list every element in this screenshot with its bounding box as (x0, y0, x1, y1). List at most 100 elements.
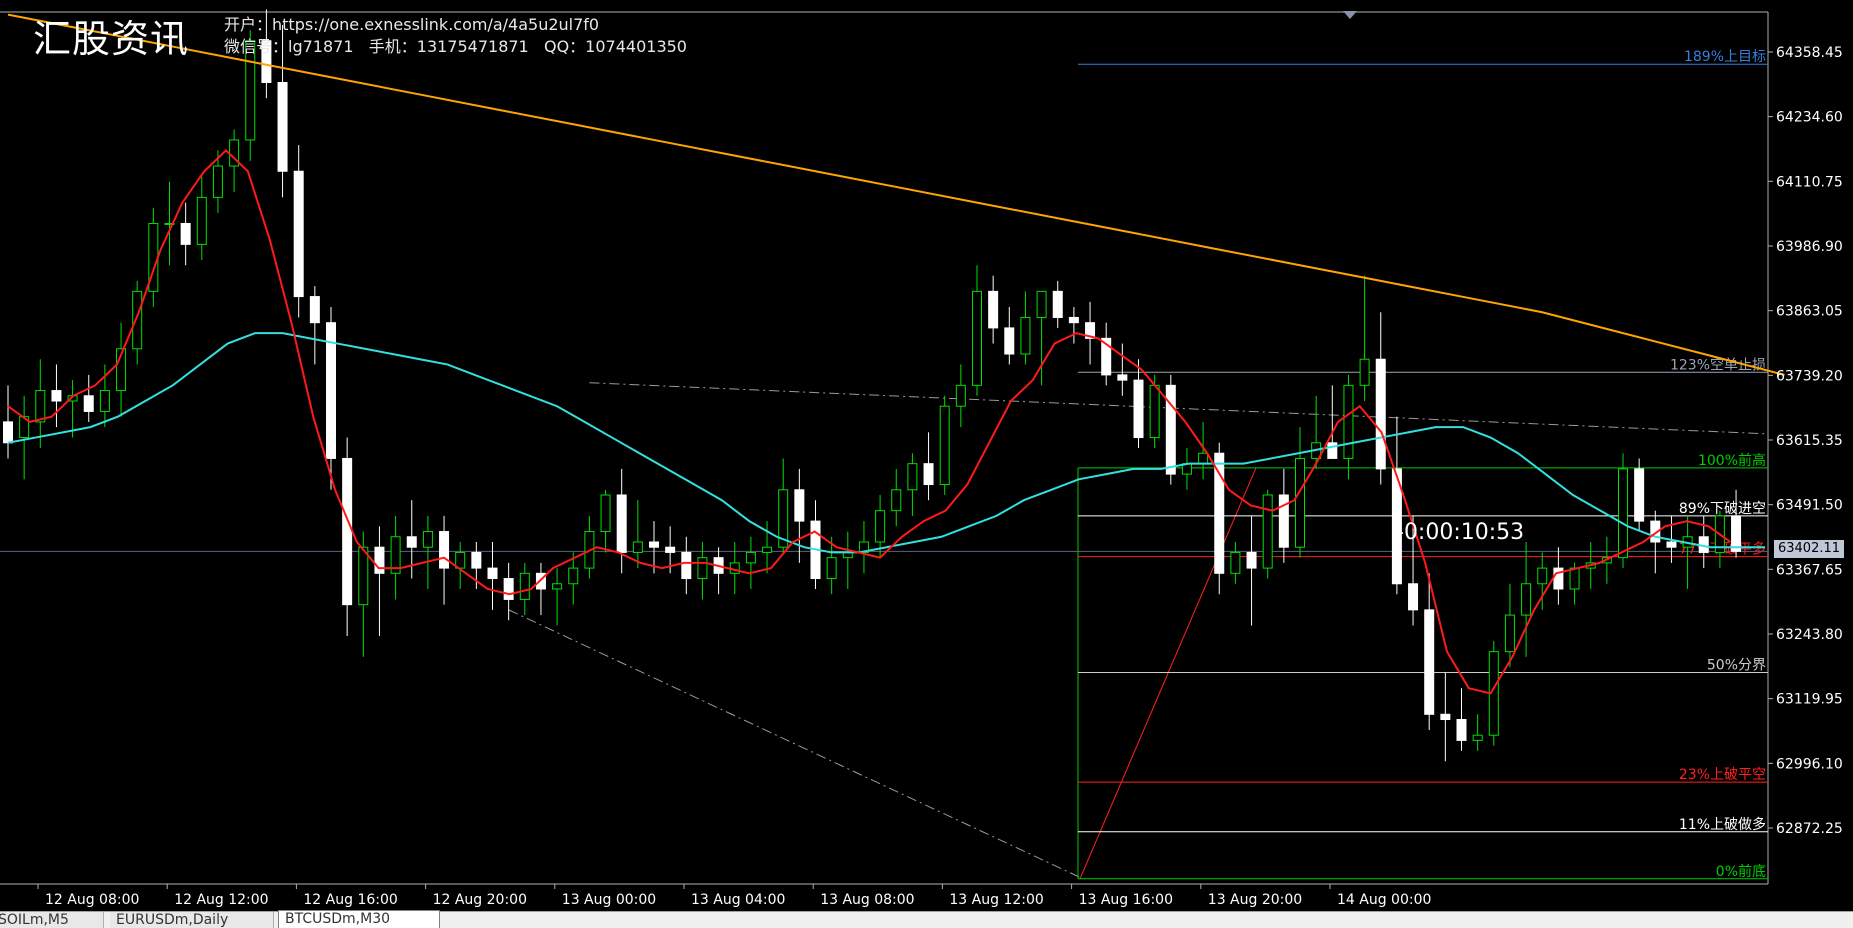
candle-body (406, 536, 417, 548)
candle-body (1359, 358, 1370, 386)
y-tick-label: 64358.45 (1776, 45, 1843, 61)
candle-body (1165, 384, 1176, 475)
candle-body (1456, 719, 1467, 741)
watermark-line2: 微信号：lg71871 手机：13175471871 QQ：1074401350 (224, 37, 687, 56)
candle-body (875, 510, 886, 543)
tab-btcusdm[interactable]: BTCUSDm,M30 (278, 910, 440, 928)
candle-body (1149, 384, 1160, 439)
candle-body (665, 546, 676, 553)
x-tick-label: 13 Aug 04:00 (691, 892, 785, 908)
fib-level-label: 11%上破做多 (1679, 816, 1766, 833)
x-tick-label: 12 Aug 12:00 (174, 892, 268, 908)
candle-body (1036, 290, 1047, 318)
candle-body (1068, 316, 1079, 324)
y-tick-label: 62996.10 (1776, 756, 1843, 772)
candle-body (1440, 713, 1451, 721)
candle-body (212, 165, 223, 198)
candle-body (358, 546, 369, 606)
x-tick-label: 14 Aug 00:00 (1337, 892, 1431, 908)
candle-body (180, 222, 191, 245)
candle-body (616, 494, 627, 553)
tab-soilm[interactable]: SOILm,M5 (0, 912, 104, 928)
candle-body (568, 567, 579, 585)
candle-body (1295, 457, 1305, 548)
candle-body (907, 463, 918, 491)
candle-body (552, 583, 563, 590)
candle-body (1198, 452, 1209, 465)
candle-body (1214, 452, 1225, 574)
y-tick-label: 63863.05 (1776, 304, 1843, 320)
price-chart[interactable]: 189%上目标123%空单止损100%前高89%下破进空77%下破平多50%分界… (0, 0, 1853, 911)
candle-body (1569, 567, 1580, 590)
candle-body (632, 541, 643, 553)
y-tick-label: 63739.20 (1776, 368, 1843, 384)
y-tick-label: 63986.90 (1776, 239, 1843, 255)
fib-level-label: 23%上破平空 (1679, 767, 1766, 783)
y-tick-label: 63243.80 (1776, 627, 1843, 643)
candle-body (35, 390, 46, 423)
fib-level-label: 50%分界 (1707, 658, 1766, 674)
candle-body (697, 557, 708, 580)
y-tick-label: 63367.65 (1776, 562, 1843, 578)
candle-body (1472, 734, 1483, 741)
fib-level-label: 89%下破进空 (1679, 501, 1766, 517)
candle-body (196, 196, 207, 245)
watermark-logo: 汇股资讯 (33, 17, 190, 61)
candle-body (923, 463, 934, 486)
y-tick-label: 64234.60 (1776, 110, 1843, 126)
x-tick-label: 13 Aug 12:00 (949, 892, 1043, 908)
candle-body (1052, 290, 1063, 318)
x-tick-label: 12 Aug 16:00 (303, 892, 397, 908)
candle-body (1408, 583, 1419, 611)
x-tick-label: 12 Aug 08:00 (45, 892, 139, 908)
x-tick-label: 13 Aug 16:00 (1079, 892, 1173, 908)
candle-body (939, 405, 950, 486)
fib-level-label: 123%空单止损 (1670, 357, 1766, 373)
candle-body (1133, 379, 1144, 439)
fib-level-label: 100%前高 (1698, 452, 1766, 469)
candle-body (1327, 442, 1338, 459)
candle-body (1424, 609, 1435, 715)
candle-body (342, 457, 353, 606)
x-tick-label: 13 Aug 08:00 (820, 892, 914, 908)
candle-body (309, 296, 320, 324)
candle-body (277, 81, 288, 172)
fib-level-label: 189%上目标 (1684, 49, 1766, 65)
candle-body (1246, 551, 1257, 569)
candle-body (1504, 614, 1515, 653)
candle-body (293, 170, 304, 298)
candle-body (681, 551, 692, 580)
candle-body (51, 390, 62, 402)
candle-body (1117, 374, 1128, 381)
candle-body (988, 290, 999, 329)
candle-body (1634, 468, 1645, 522)
candle-body (1521, 583, 1532, 616)
candle-body (422, 531, 433, 548)
candle-body (1230, 551, 1241, 574)
tab-eurusdm[interactable]: EURUSDm,Daily (110, 912, 274, 928)
y-tick-label: 64110.75 (1776, 174, 1843, 190)
candle-body (794, 489, 805, 522)
y-tick-label: 63615.35 (1776, 433, 1843, 449)
chart-tabs: SOILm,M5 EURUSDm,Daily BTCUSDm,M30 (0, 910, 1853, 928)
current-price-label: 63402.11 (1774, 540, 1844, 558)
candle-body (600, 494, 611, 533)
x-tick-label: 13 Aug 20:00 (1208, 892, 1302, 908)
candle-body (1731, 515, 1742, 552)
candle-body (762, 546, 773, 553)
candle-body (1343, 384, 1354, 459)
candle-body (374, 546, 385, 574)
candle-body (649, 541, 659, 548)
candle-body (1262, 494, 1273, 569)
candle-body (1020, 316, 1031, 355)
candle-body (99, 390, 110, 412)
candle-body (132, 290, 143, 350)
candle-body (1618, 468, 1628, 559)
candle-body (519, 572, 530, 600)
candle-body (1666, 541, 1677, 548)
candle-body (503, 578, 514, 600)
x-tick-label: 12 Aug 20:00 (433, 892, 527, 908)
candle-body (1375, 358, 1386, 470)
candle-body (487, 567, 498, 580)
candle-body (455, 551, 466, 569)
